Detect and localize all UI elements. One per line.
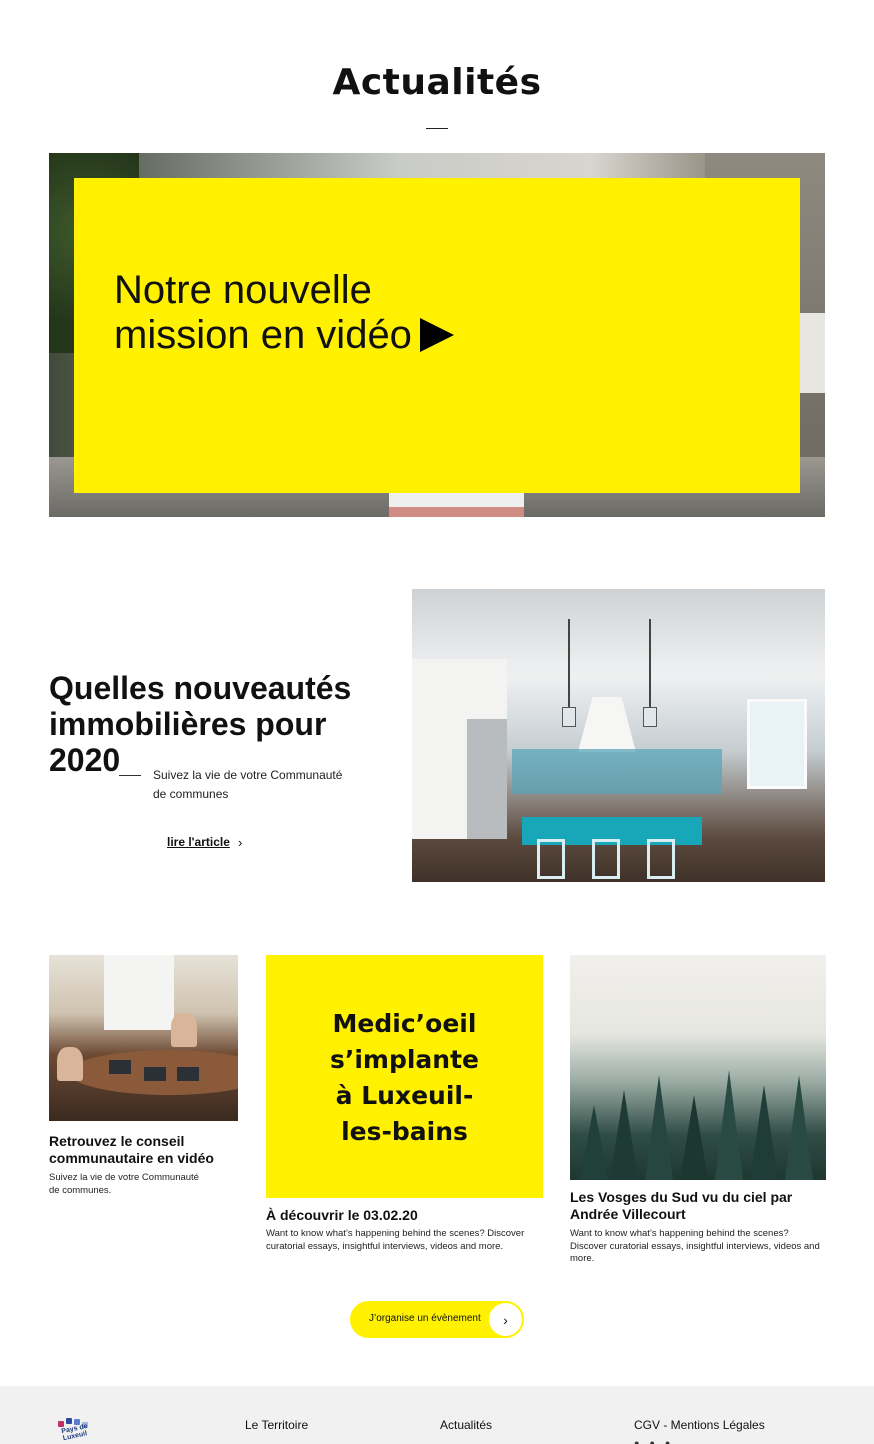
kitchen-chair: [592, 839, 620, 879]
forest-image[interactable]: [570, 955, 826, 1180]
footer-link-cgv[interactable]: CGV - Mentions Légales: [634, 1418, 765, 1432]
card-description: Suivez la vie de votre Communauté de com…: [49, 1172, 199, 1196]
tree: [580, 1105, 608, 1180]
social-icons[interactable]: ●●●: [634, 1438, 680, 1444]
kitchen-backsplash: [512, 749, 722, 794]
tree: [610, 1090, 638, 1180]
footer-link-territoire[interactable]: Le Territoire: [245, 1418, 308, 1432]
title-divider: [426, 128, 448, 129]
organize-event-label: J’organise un évènement: [369, 1313, 481, 1324]
kitchen-chair: [537, 839, 565, 879]
meeting-window: [104, 955, 174, 1030]
card-description: Want to know what’s happening behind the…: [266, 1228, 525, 1252]
tree: [645, 1075, 673, 1180]
logo-mark: [66, 1418, 72, 1424]
feature-description: Suivez la vie de votre Communauté de com…: [153, 768, 343, 801]
meeting-image[interactable]: [49, 955, 238, 1121]
logo-mark: [58, 1421, 64, 1427]
laptop: [109, 1060, 131, 1074]
card-title[interactable]: À découvrir le 03.02.20: [266, 1207, 546, 1224]
kitchen-fridge: [467, 719, 507, 839]
card-title[interactable]: Les Vosges du Sud vu du ciel par Andrée …: [570, 1189, 810, 1223]
site-logo[interactable]: Pays de Luxeuil: [54, 1417, 94, 1444]
chevron-right-icon[interactable]: ›: [238, 835, 242, 850]
tree: [750, 1085, 778, 1180]
event-card-banner: Medic’oeil s’implante à Luxeuil-les-bain…: [329, 1009, 480, 1146]
person: [171, 1013, 197, 1047]
social-icon[interactable]: ●: [649, 1438, 664, 1444]
footer-link-actualites[interactable]: Actualités: [440, 1418, 492, 1432]
hero-person-shorts: [389, 507, 524, 517]
chevron-right-icon[interactable]: ›: [489, 1303, 522, 1336]
social-icon[interactable]: ●: [665, 1438, 680, 1444]
laptop: [177, 1067, 199, 1081]
hero-van: [799, 313, 825, 393]
hero-title: Notre nouvelle mission en vidéo: [114, 268, 412, 357]
kitchen-chair: [647, 839, 675, 879]
page-title: Actualités: [332, 62, 542, 103]
person: [57, 1047, 83, 1081]
kitchen-window: [747, 699, 807, 789]
kitchen-hood: [578, 697, 636, 752]
tree: [715, 1070, 743, 1180]
kitchen-image: [412, 589, 825, 882]
tree: [680, 1095, 708, 1180]
kitchen-lamp: [562, 707, 576, 727]
social-icon[interactable]: ●: [634, 1438, 649, 1444]
organize-event-button[interactable]: J’organise un évènement ›: [350, 1301, 524, 1338]
kitchen-ceiling: [412, 589, 825, 659]
kitchen-lamp-cord: [568, 619, 570, 709]
feature-title: Quelles nouveautés immobilières pour 202…: [49, 670, 352, 778]
kitchen-lamp-cord: [649, 619, 651, 709]
play-icon[interactable]: [420, 318, 454, 352]
logo-text: Pays de Luxeuil: [60, 1422, 89, 1443]
card-description: Want to know what’s happening behind the…: [570, 1228, 820, 1264]
tree: [785, 1075, 813, 1180]
kitchen-lamp: [643, 707, 657, 727]
read-article-link[interactable]: lire l'article: [167, 835, 230, 849]
footer: [0, 1386, 874, 1444]
laptop: [144, 1067, 166, 1081]
feature-divider: [119, 775, 141, 776]
card-title[interactable]: Retrouvez le conseil communautaire en vi…: [49, 1133, 239, 1167]
